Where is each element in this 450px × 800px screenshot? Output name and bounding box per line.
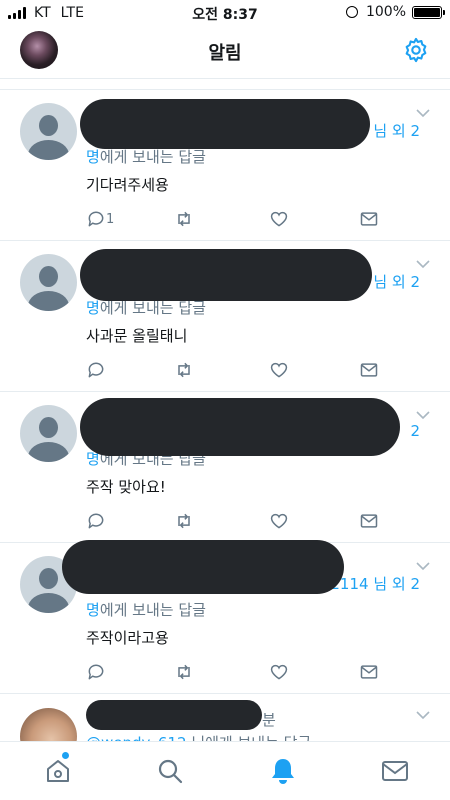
- reply-icon: [88, 513, 104, 529]
- notification-item[interactable]: 2114 님 외 2 명에게 보내는 답글 주작이라고용: [0, 540, 450, 694]
- rotation-lock-icon: [345, 6, 358, 18]
- like-button[interactable]: [269, 208, 289, 230]
- tweet-text: 사과문 올릴태니: [86, 327, 188, 345]
- tweet-actions: [86, 359, 386, 381]
- mail-icon: [360, 514, 378, 528]
- bottom-tab-bar: [0, 741, 450, 800]
- new-content-dot: [62, 752, 69, 759]
- retweet-button[interactable]: [174, 208, 194, 230]
- heart-icon: [270, 362, 288, 378]
- status-bar: KT LTE 오전 8:37 100%: [0, 0, 450, 26]
- feed-top-divider: [0, 79, 450, 90]
- reply-icon: [88, 664, 104, 680]
- default-avatar[interactable]: [20, 405, 77, 462]
- mail-icon: [360, 665, 378, 679]
- like-button[interactable]: [269, 510, 289, 532]
- reply-icon: [88, 362, 104, 378]
- retweet-icon: [178, 513, 190, 529]
- mail-icon: [360, 212, 378, 226]
- retweet-button[interactable]: [174, 359, 194, 381]
- search-icon: [158, 759, 183, 784]
- bell-icon: [272, 759, 294, 784]
- retweet-button[interactable]: [174, 661, 194, 683]
- chevron-down-icon[interactable]: [416, 710, 430, 720]
- tweet-text: 주작이라고용: [86, 629, 169, 647]
- reply-button[interactable]: [86, 359, 106, 381]
- heart-icon: [270, 211, 288, 227]
- redaction-bar: [80, 249, 372, 301]
- page-title: 알림: [208, 43, 242, 64]
- notification-item[interactable]: 님 외 2 명에게 보내는 답글 사과문 올릴태니: [0, 241, 450, 392]
- notifications-feed: 님 외 2 명에게 보내는 답글 기다려주세용 1 님 외 2 명에게 보내는 …: [0, 79, 450, 765]
- retweet-icon: [178, 664, 190, 680]
- partial-line-tail: 분: [262, 711, 276, 729]
- tab-notifications[interactable]: [268, 756, 298, 786]
- status-right: 100%: [345, 4, 445, 20]
- heart-icon: [270, 664, 288, 680]
- tweet-actions: [86, 510, 386, 532]
- reply-context-count[interactable]: 명: [86, 148, 100, 166]
- redaction-bar: [86, 700, 262, 730]
- battery-icon: [412, 5, 445, 19]
- retweet-button[interactable]: [174, 510, 194, 532]
- retweet-icon: [178, 362, 190, 378]
- reply-context: 명에게 보내는 답글: [86, 599, 206, 620]
- reply-button[interactable]: [86, 510, 106, 532]
- reply-count: 1: [106, 211, 115, 227]
- tweet-actions: 1: [86, 208, 386, 230]
- mail-icon: [360, 363, 378, 377]
- direct-message-button[interactable]: [359, 510, 379, 532]
- reply-button[interactable]: 1: [86, 208, 114, 230]
- retweet-icon: [178, 211, 190, 227]
- like-button[interactable]: [269, 661, 289, 683]
- mail-icon: [382, 761, 408, 781]
- tweet-text: 주작 맞아요!: [86, 478, 166, 496]
- tweet-text: 기다려주세용: [86, 176, 169, 194]
- notification-item[interactable]: 2 명에게 보내는 답글 주작 맞아요!: [0, 392, 450, 543]
- reply-context-label: 에게 보내는 답글: [99, 299, 206, 317]
- reply-context-label: 에게 보내는 답글: [99, 148, 206, 166]
- redaction-bar: [80, 398, 400, 456]
- chevron-down-icon[interactable]: [416, 108, 430, 118]
- reply-button[interactable]: [86, 661, 106, 683]
- redaction-bar: [80, 99, 370, 149]
- top-bar: 알림: [0, 26, 450, 79]
- tab-messages[interactable]: [380, 756, 410, 786]
- redaction-bar: [62, 540, 344, 594]
- chevron-down-icon[interactable]: [416, 410, 430, 420]
- like-button[interactable]: [269, 359, 289, 381]
- chevron-down-icon[interactable]: [416, 259, 430, 269]
- reply-context-count[interactable]: 명: [86, 299, 100, 317]
- direct-message-button[interactable]: [359, 359, 379, 381]
- home-icon: [47, 760, 69, 782]
- tab-search[interactable]: [155, 756, 185, 786]
- reply-context-count[interactable]: 명: [86, 601, 100, 619]
- notification-item[interactable]: 님 외 2 명에게 보내는 답글 기다려주세용 1: [0, 90, 450, 241]
- default-avatar[interactable]: [20, 254, 77, 311]
- reply-context: 명에게 보내는 답글: [86, 146, 206, 167]
- reply-context-label: 에게 보내는 답글: [99, 601, 206, 619]
- direct-message-button[interactable]: [359, 661, 379, 683]
- settings-gear-icon[interactable]: [402, 36, 430, 64]
- heart-icon: [270, 513, 288, 529]
- reply-icon: [88, 211, 104, 227]
- default-avatar[interactable]: [20, 103, 77, 160]
- direct-message-button[interactable]: [359, 208, 379, 230]
- tab-home[interactable]: [43, 752, 73, 786]
- tweet-actions: [86, 661, 386, 683]
- chevron-down-icon[interactable]: [416, 561, 430, 571]
- battery-percent: 100%: [365, 4, 406, 20]
